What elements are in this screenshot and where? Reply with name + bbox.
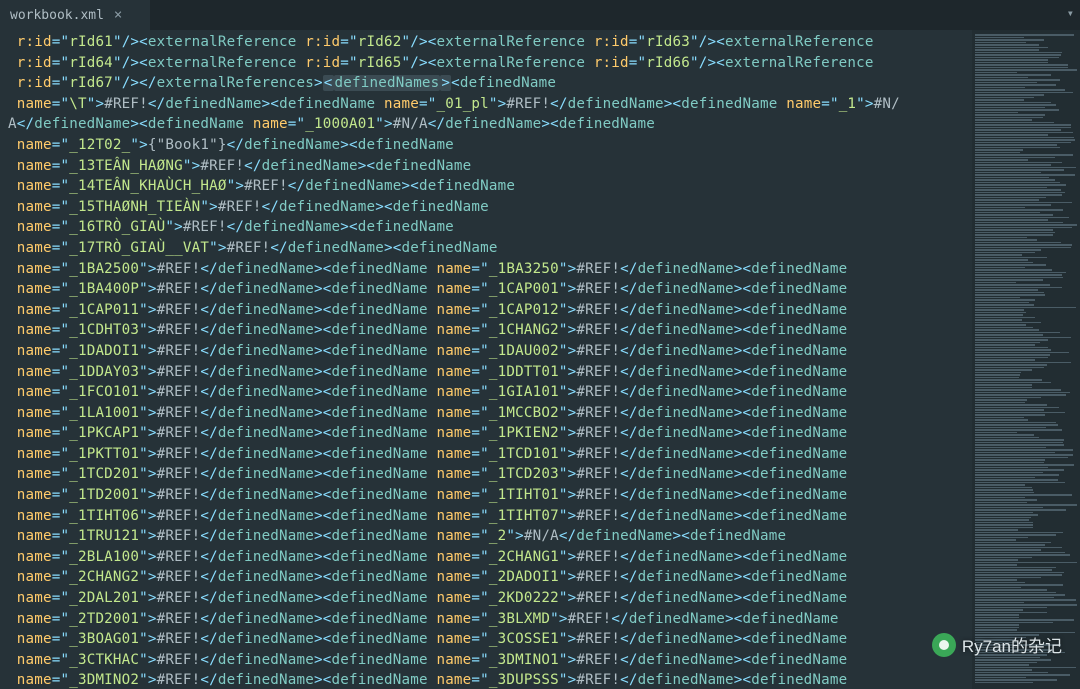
watermark: Ry7an的杂记	[932, 632, 1062, 657]
minimap[interactable]	[972, 30, 1080, 689]
tab-file[interactable]: workbook.xml ×	[0, 0, 150, 30]
chevron-down-icon[interactable]: ▾	[1067, 6, 1074, 20]
main-area: r:id="rId61"/><externalReference r:id="r…	[0, 30, 1080, 689]
tab-bar: workbook.xml × ▾	[0, 0, 1080, 30]
code-editor[interactable]: r:id="rId61"/><externalReference r:id="r…	[0, 30, 972, 689]
wechat-icon	[932, 633, 956, 657]
close-icon[interactable]: ×	[114, 7, 122, 23]
watermark-text: Ry7an的杂记	[962, 632, 1062, 657]
tab-title: workbook.xml	[10, 8, 104, 23]
